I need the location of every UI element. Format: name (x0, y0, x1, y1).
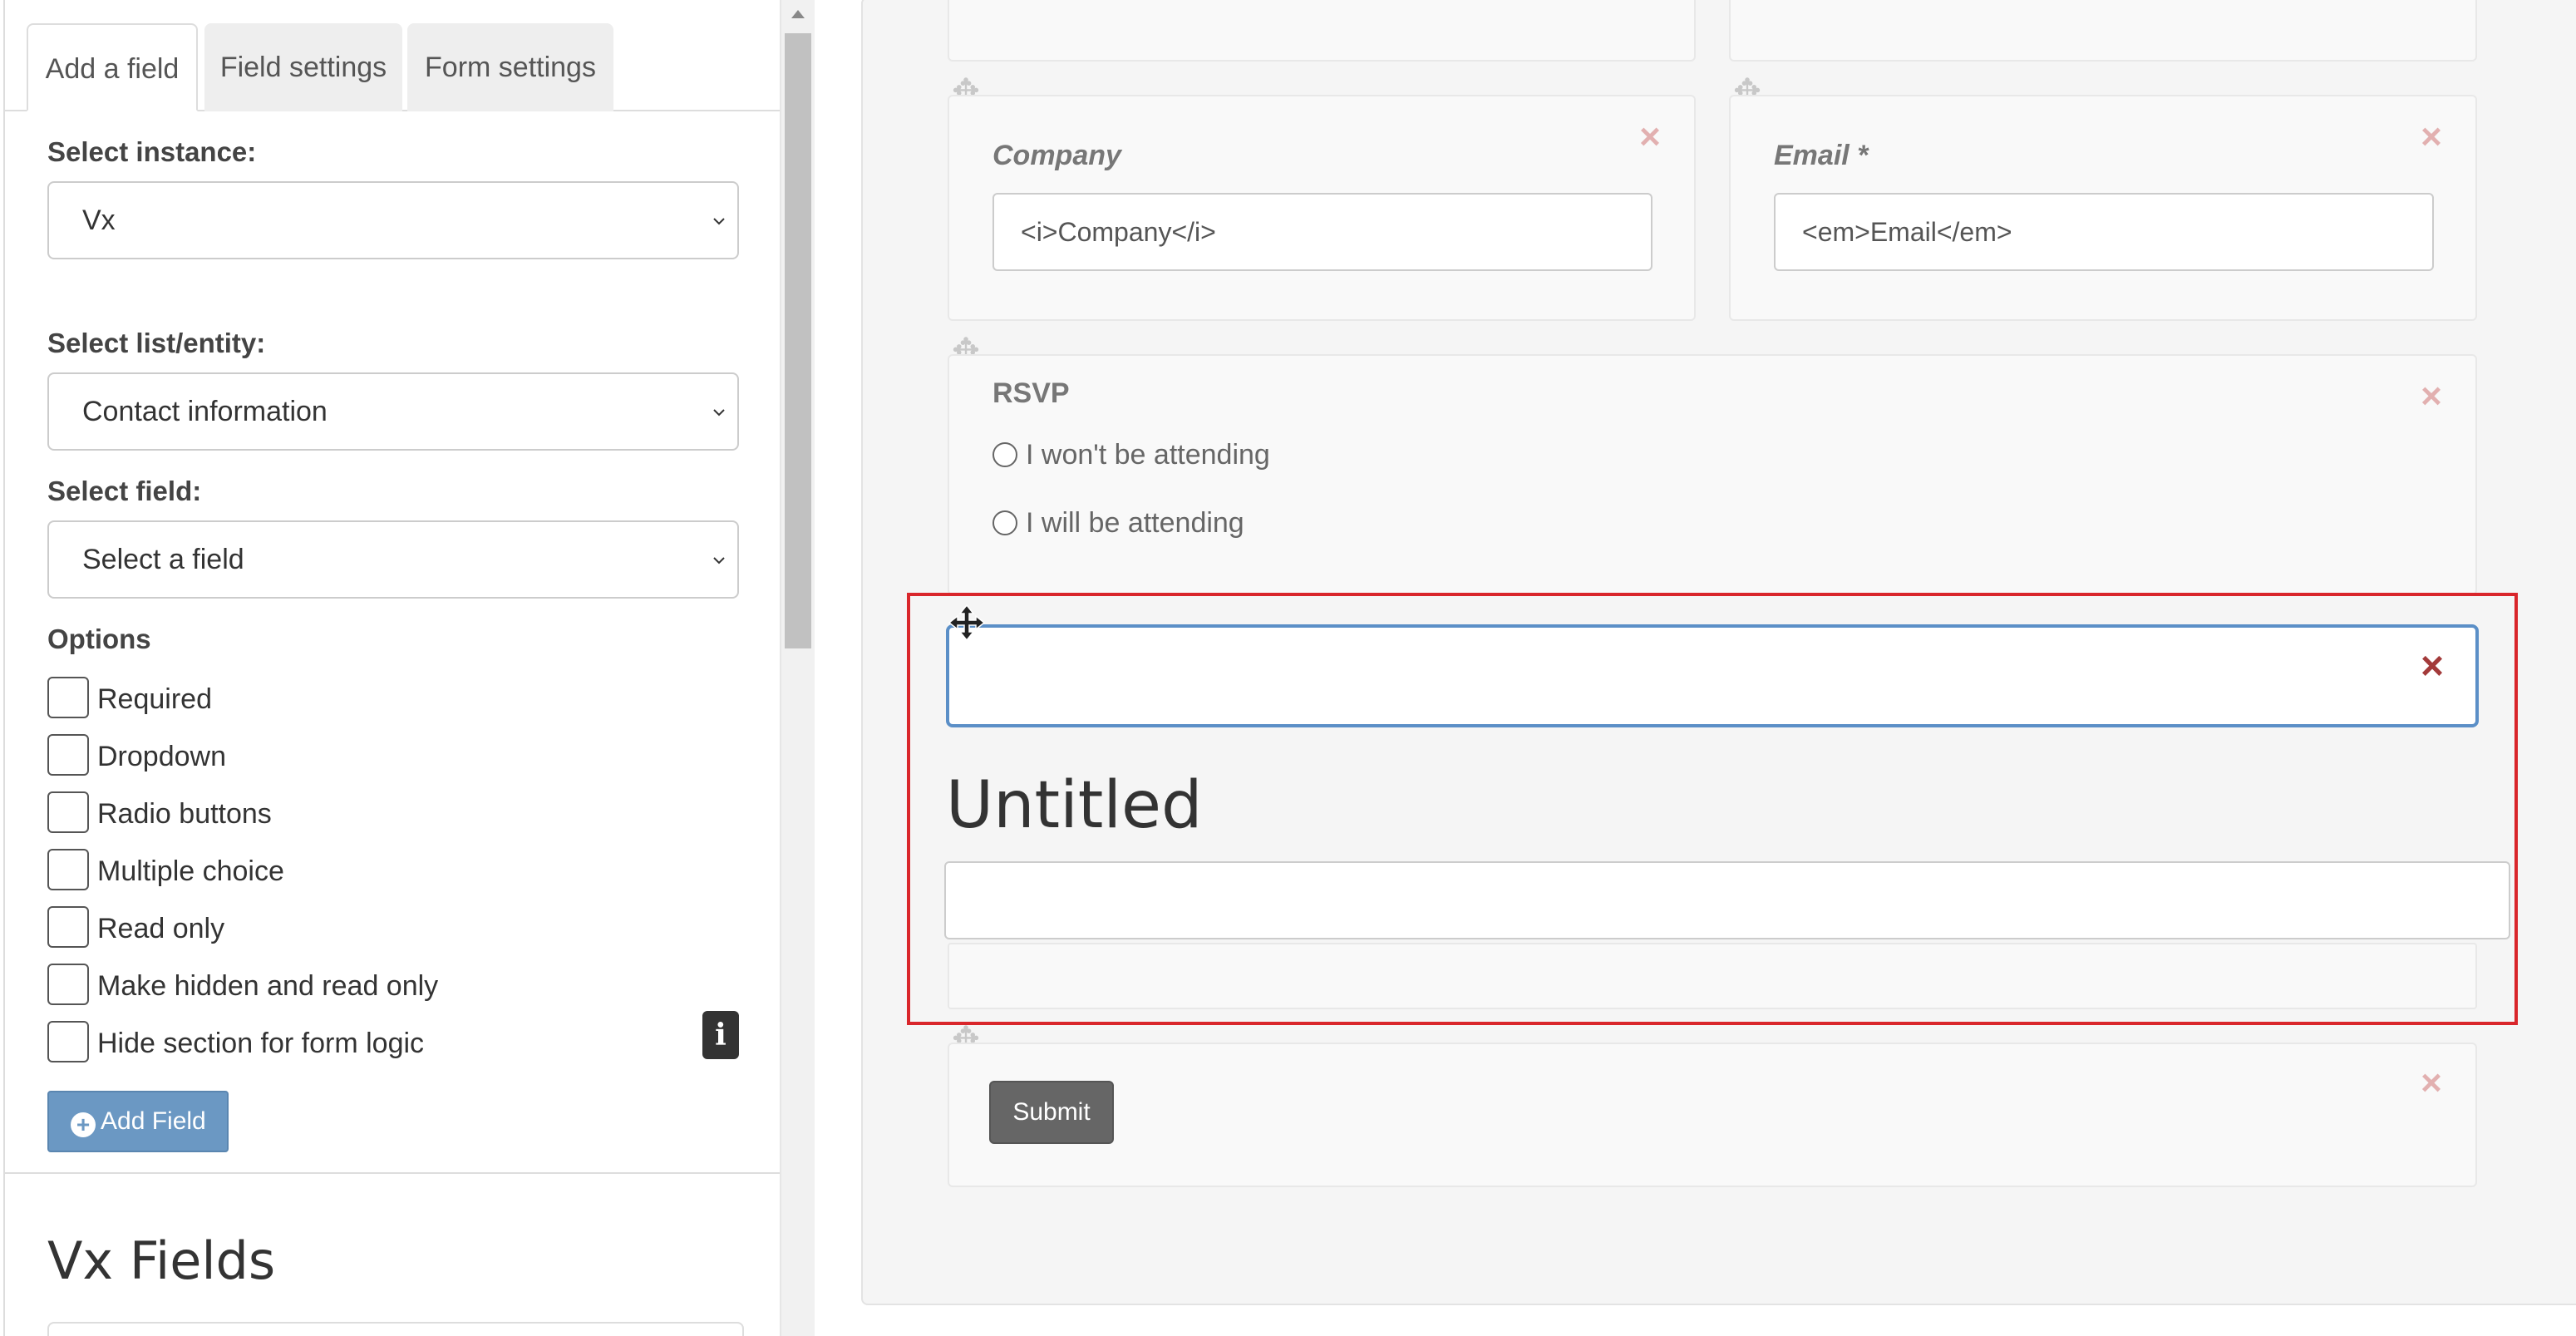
info-icon[interactable]: i (702, 1011, 739, 1059)
plus-circle-icon: + (71, 1112, 96, 1137)
vx-fields-title: Vx Fields (47, 1230, 276, 1291)
select-list-label: Select list/entity: (47, 328, 266, 358)
company-input[interactable]: <i>Company</i> (992, 193, 1652, 271)
sidebar-panel: Add a field Field settings Form settings… (0, 0, 781, 1336)
select-list-dropdown[interactable]: Contact information (47, 372, 739, 451)
read-only-checkbox[interactable] (47, 906, 89, 948)
select-instance-dropdown[interactable]: Vx (47, 181, 739, 259)
email-label: Email * (1774, 140, 1869, 171)
option-label: Read only (97, 913, 225, 944)
close-icon[interactable]: × (2417, 378, 2445, 415)
select-instance-value: Vx (82, 205, 116, 236)
field-card-submit[interactable]: × (948, 1043, 2477, 1187)
field-card-email[interactable]: Email * × <em>Email</em> (1729, 95, 2477, 321)
company-label: Company (992, 140, 1121, 171)
hidden-read-only-checkbox[interactable] (47, 964, 89, 1005)
multiple-choice-checkbox[interactable] (47, 849, 89, 890)
rsvp-label: RSVP (992, 377, 1070, 409)
chevron-down-icon (713, 557, 725, 564)
field-card-rsvp[interactable]: RSVP × I won't be attending I will be at… (948, 354, 2477, 595)
highlight-box (907, 593, 2518, 1025)
sidebar-edge (3, 0, 5, 1336)
option-label: Make hidden and read only (97, 970, 439, 1002)
select-field-dropdown[interactable]: Select a field (47, 520, 739, 599)
chevron-down-icon (713, 218, 725, 225)
radio-button[interactable] (992, 442, 1017, 467)
tab-field-settings[interactable]: Field settings (204, 23, 402, 111)
sidebar-divider (5, 1172, 780, 1174)
select-instance-label: Select instance: (47, 136, 257, 167)
close-icon[interactable]: × (1636, 119, 1664, 155)
field-card-top-left[interactable] (948, 0, 1696, 62)
add-field-label: Add Field (101, 1107, 206, 1135)
email-input[interactable]: <em>Email</em> (1774, 193, 2434, 271)
close-icon[interactable]: × (2417, 1065, 2445, 1102)
scroll-up-arrow-icon[interactable] (791, 10, 805, 18)
field-card-company[interactable]: Company × <i>Company</i> (948, 95, 1696, 321)
select-list-value: Contact information (82, 396, 328, 427)
hide-section-checkbox[interactable] (47, 1021, 89, 1062)
submit-button[interactable]: Submit (989, 1081, 1114, 1144)
vx-fields-list (47, 1322, 744, 1336)
tab-add-a-field[interactable]: Add a field (27, 23, 198, 111)
tab-form-settings[interactable]: Form settings (407, 23, 613, 111)
radio-button[interactable] (992, 510, 1017, 535)
option-label: Multiple choice (97, 855, 284, 887)
add-field-button[interactable]: + Add Field (47, 1091, 229, 1152)
option-label: Hide section for form logic (97, 1028, 425, 1059)
radio-label: I will be attending (1026, 507, 1244, 539)
chevron-down-icon (713, 409, 725, 417)
options-heading: Options (47, 624, 151, 654)
scrollbar-thumb[interactable] (785, 33, 811, 648)
dropdown-checkbox[interactable] (47, 734, 89, 776)
radio-label: I won't be attending (1026, 439, 1270, 471)
field-card-top-right[interactable] (1729, 0, 2477, 62)
select-field-value: Select a field (82, 544, 244, 575)
option-label: Required (97, 683, 212, 715)
select-field-label: Select field: (47, 476, 202, 506)
option-label: Dropdown (97, 741, 226, 772)
required-checkbox[interactable] (47, 677, 89, 718)
close-icon[interactable]: × (2417, 119, 2445, 155)
option-label: Radio buttons (97, 798, 272, 830)
radio-buttons-checkbox[interactable] (47, 791, 89, 833)
sidebar-scrollbar[interactable] (781, 0, 815, 1336)
sidebar-tabs: Add a field Field settings Form settings (5, 23, 780, 111)
